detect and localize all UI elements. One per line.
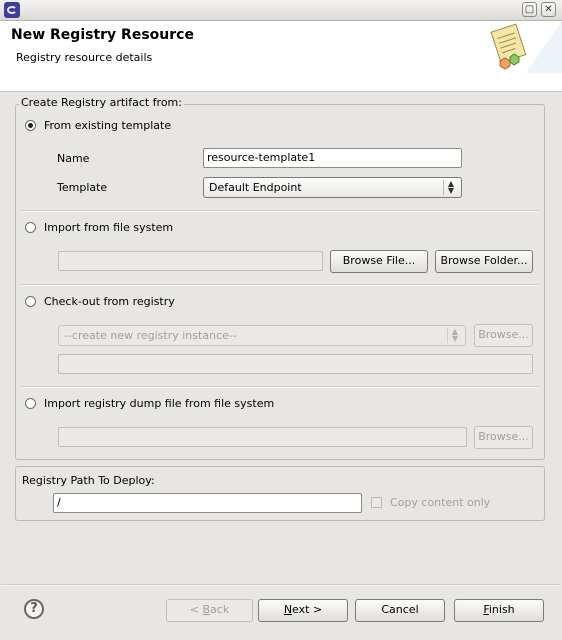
import-dump-label[interactable]: Import registry dump file from file syst… xyxy=(44,397,274,410)
help-icon[interactable]: ? xyxy=(24,599,44,619)
import-dump-radio[interactable] xyxy=(25,398,36,409)
dump-path-input[interactable] xyxy=(58,427,467,447)
back-button[interactable]: < Back xyxy=(166,599,253,622)
finish-button[interactable]: Finish xyxy=(454,599,544,622)
wizard-subtitle: Registry resource details xyxy=(16,51,153,64)
name-input[interactable]: resource-template1 xyxy=(203,148,462,168)
select-arrows-icon: ▲ ▼ xyxy=(443,180,458,195)
separator xyxy=(20,284,539,286)
deploy-path-input[interactable]: / xyxy=(53,493,362,513)
window-titlebar[interactable]: ▢ ✕ xyxy=(0,0,562,21)
wizard-title: New Registry Resource xyxy=(11,27,194,43)
back-rest: ack xyxy=(210,603,230,616)
back-mnemonic: B xyxy=(202,603,211,616)
import-fs-path-input[interactable] xyxy=(58,251,323,271)
browse-dump-button[interactable]: Browse... xyxy=(474,426,533,449)
eclipse-app-icon xyxy=(4,2,20,18)
checkout-radio[interactable] xyxy=(25,296,36,307)
browse-file-button[interactable]: Browse File... xyxy=(330,250,428,273)
name-label: Name xyxy=(57,152,90,165)
maximize-button[interactable]: ▢ xyxy=(522,2,537,17)
finish-rest: inish xyxy=(488,603,515,616)
next-mnemonic: N xyxy=(283,603,293,616)
copy-content-label: Copy content only xyxy=(390,496,491,509)
footer-separator xyxy=(1,584,561,586)
from-template-label[interactable]: From existing template xyxy=(44,119,171,132)
registry-instance-select-value: --create new registry instance-- xyxy=(64,329,237,342)
from-template-radio[interactable] xyxy=(25,120,36,131)
browse-registry-button[interactable]: Browse... xyxy=(474,324,533,347)
checkout-path-input[interactable] xyxy=(58,354,533,374)
separator xyxy=(20,386,539,388)
browse-folder-button[interactable]: Browse Folder... xyxy=(435,250,533,273)
registry-instance-select[interactable]: --create new registry instance-- ▲ ▼ xyxy=(58,325,466,346)
back-prefix: < xyxy=(189,603,203,616)
close-button[interactable]: ✕ xyxy=(541,2,556,17)
create-artifact-legend: Create Registry artifact from: xyxy=(19,96,184,109)
copy-content-checkbox[interactable] xyxy=(371,497,382,508)
import-fs-radio[interactable] xyxy=(25,222,36,233)
template-select[interactable]: Default Endpoint ▲ ▼ xyxy=(203,177,462,198)
select-arrows-icon: ▲ ▼ xyxy=(447,328,462,343)
checkout-label[interactable]: Check-out from registry xyxy=(44,295,175,308)
registry-resource-icon xyxy=(490,21,562,73)
template-select-value: Default Endpoint xyxy=(209,181,302,194)
next-button[interactable]: Next > xyxy=(258,599,348,622)
template-label: Template xyxy=(57,181,108,194)
wizard-banner: New Registry Resource Registry resource … xyxy=(0,21,562,92)
separator xyxy=(20,210,539,212)
next-rest: ext > xyxy=(292,603,323,616)
import-fs-label[interactable]: Import from file system xyxy=(44,221,173,234)
cancel-button[interactable]: Cancel xyxy=(355,599,445,622)
deploy-path-label: Registry Path To Deploy: xyxy=(22,474,155,487)
